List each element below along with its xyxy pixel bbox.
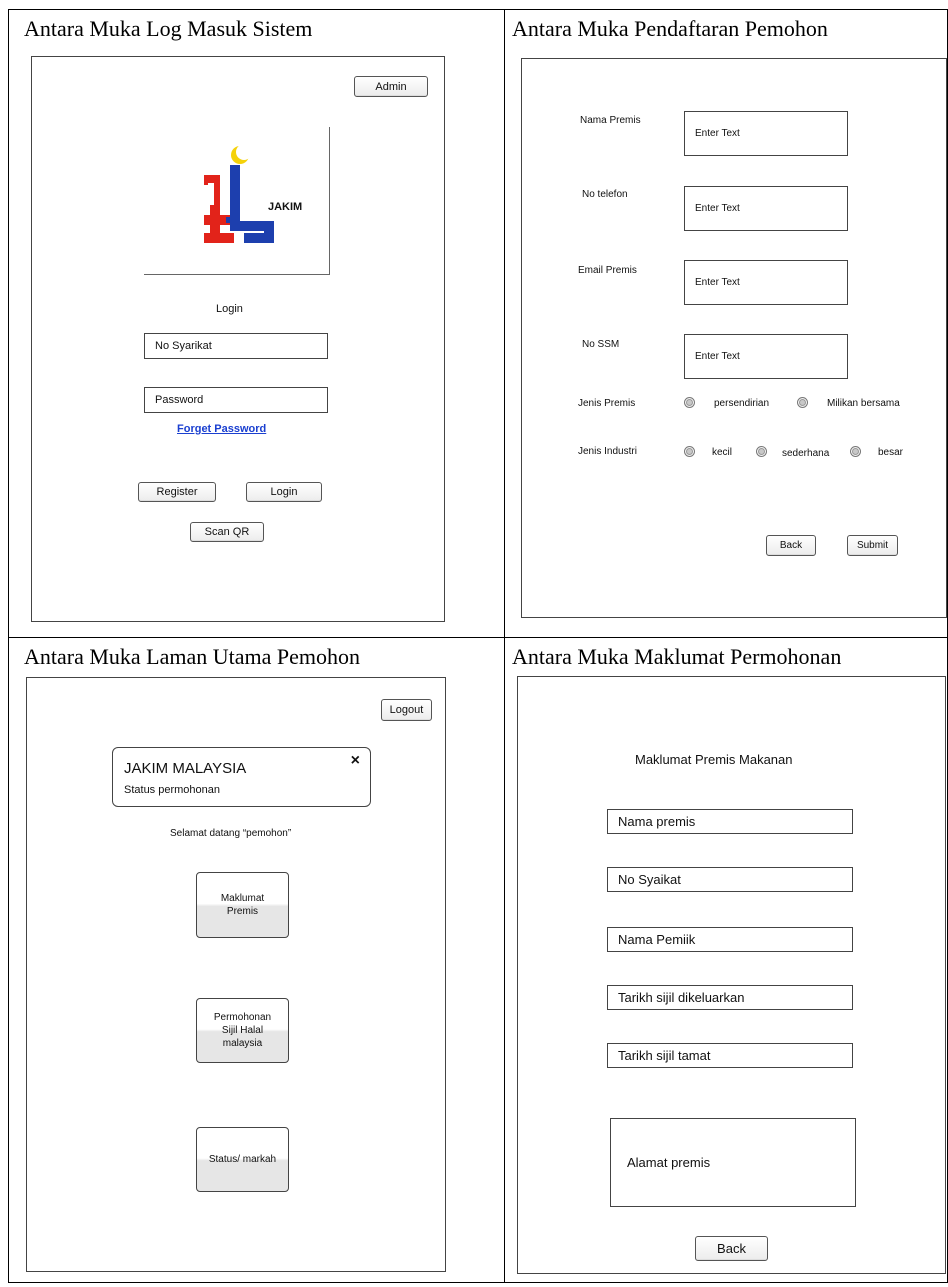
field-label-no-telefon: No telefon [582, 189, 628, 200]
option-sederhana: sederhana [782, 448, 830, 459]
logo-box: JAKIM [144, 127, 330, 275]
panel-title-login: Antara Muka Log Masuk Sistem [24, 16, 313, 41]
tile-permohonan-sijil-label: Permohonan Sijil Halal malaysia [213, 1012, 272, 1049]
radio-sederhana[interactable] [756, 446, 767, 457]
nama-pemilik-field[interactable]: Nama Pemiik [607, 927, 853, 952]
register-button[interactable]: Register [138, 482, 216, 502]
login-heading: Login [216, 303, 243, 315]
radio-persendirian[interactable] [684, 397, 695, 408]
login-button[interactable]: Login [246, 482, 322, 502]
close-icon[interactable]: × [351, 752, 360, 770]
login-screen: Admin JAKIM Login No Syarikat Password F… [31, 56, 445, 622]
table-border-bottom [8, 1282, 948, 1283]
radio-milikan-bersama[interactable] [797, 397, 808, 408]
tile-maklumat-premis[interactable]: Maklumat Premis [196, 872, 289, 938]
info-back-button[interactable]: Back [695, 1236, 768, 1261]
premis-type-label: Jenis Premis [578, 398, 636, 409]
tile-status-markah-label: Status/ markah [208, 1154, 277, 1165]
admin-button[interactable]: Admin [354, 76, 428, 97]
tile-maklumat-premis-label: Maklumat Premis [220, 893, 265, 917]
radio-kecil[interactable] [684, 446, 695, 457]
option-besar: besar [878, 447, 904, 458]
tarikh-sijil-dikeluarkan-field[interactable]: Tarikh sijil dikeluarkan [607, 985, 853, 1010]
notice-subtitle: Status permohonan [124, 784, 221, 796]
no-ssm-input[interactable]: Enter Text [684, 334, 848, 379]
option-milikan-bersama: Milikan bersama [827, 398, 900, 409]
nama-premis-input[interactable]: Enter Text [684, 111, 848, 156]
table-border-divider [504, 9, 505, 1283]
forget-password-link[interactable]: Forget Password [177, 423, 266, 435]
email-premis-input[interactable]: Enter Text [684, 260, 848, 305]
panel-title-home: Antara Muka Laman Utama Pemohon [24, 644, 361, 669]
company-no-input[interactable]: No Syarikat [144, 333, 328, 359]
field-label-nama-premis: Nama Premis [580, 115, 641, 126]
notice-box: JAKIM MALAYSIA Status permohonan × [112, 747, 371, 807]
no-syarikat-field[interactable]: No Syaikat [607, 867, 853, 892]
info-heading: Maklumat Premis Makanan [635, 752, 793, 767]
table-border-top [8, 9, 948, 10]
back-button[interactable]: Back [766, 535, 816, 556]
panel-title-register: Antara Muka Pendaftaran Pemohon [512, 16, 828, 41]
password-input[interactable]: Password [144, 387, 328, 413]
welcome-text: Selamat datang “pemohon” [170, 828, 292, 839]
info-screen: Maklumat Premis Makanan Nama premis No S… [517, 676, 946, 1274]
nama-premis-field[interactable]: Nama premis [607, 809, 853, 834]
no-telefon-input[interactable]: Enter Text [684, 186, 848, 231]
submit-button[interactable]: Submit [847, 535, 898, 556]
option-kecil: kecil [712, 447, 733, 458]
table-border-middle [8, 637, 948, 638]
panel-title-info: Antara Muka Maklumat Permohonan [512, 644, 842, 669]
logo-text: JAKIM [268, 201, 303, 213]
table-border-left [8, 9, 9, 1283]
alamat-premis-field[interactable]: Alamat premis [610, 1118, 856, 1207]
tarikh-sijil-tamat-field[interactable]: Tarikh sijil tamat [607, 1043, 853, 1068]
tile-status-markah[interactable]: Status/ markah [196, 1127, 289, 1192]
industry-label: Jenis Industri [578, 446, 637, 457]
home-screen: Logout JAKIM MALAYSIA Status permohonan … [26, 677, 446, 1272]
scan-qr-button[interactable]: Scan QR [190, 522, 264, 542]
register-screen: Nama Premis Enter Text No telefon Enter … [521, 58, 947, 618]
field-label-email-premis: Email Premis [578, 265, 637, 276]
option-persendirian: persendirian [714, 398, 770, 409]
field-label-no-ssm: No SSM [582, 339, 620, 350]
radio-besar[interactable] [850, 446, 861, 457]
logout-button[interactable]: Logout [381, 699, 432, 721]
tile-permohonan-sijil[interactable]: Permohonan Sijil Halal malaysia [196, 998, 289, 1063]
notice-title: JAKIM MALAYSIA [124, 760, 247, 777]
